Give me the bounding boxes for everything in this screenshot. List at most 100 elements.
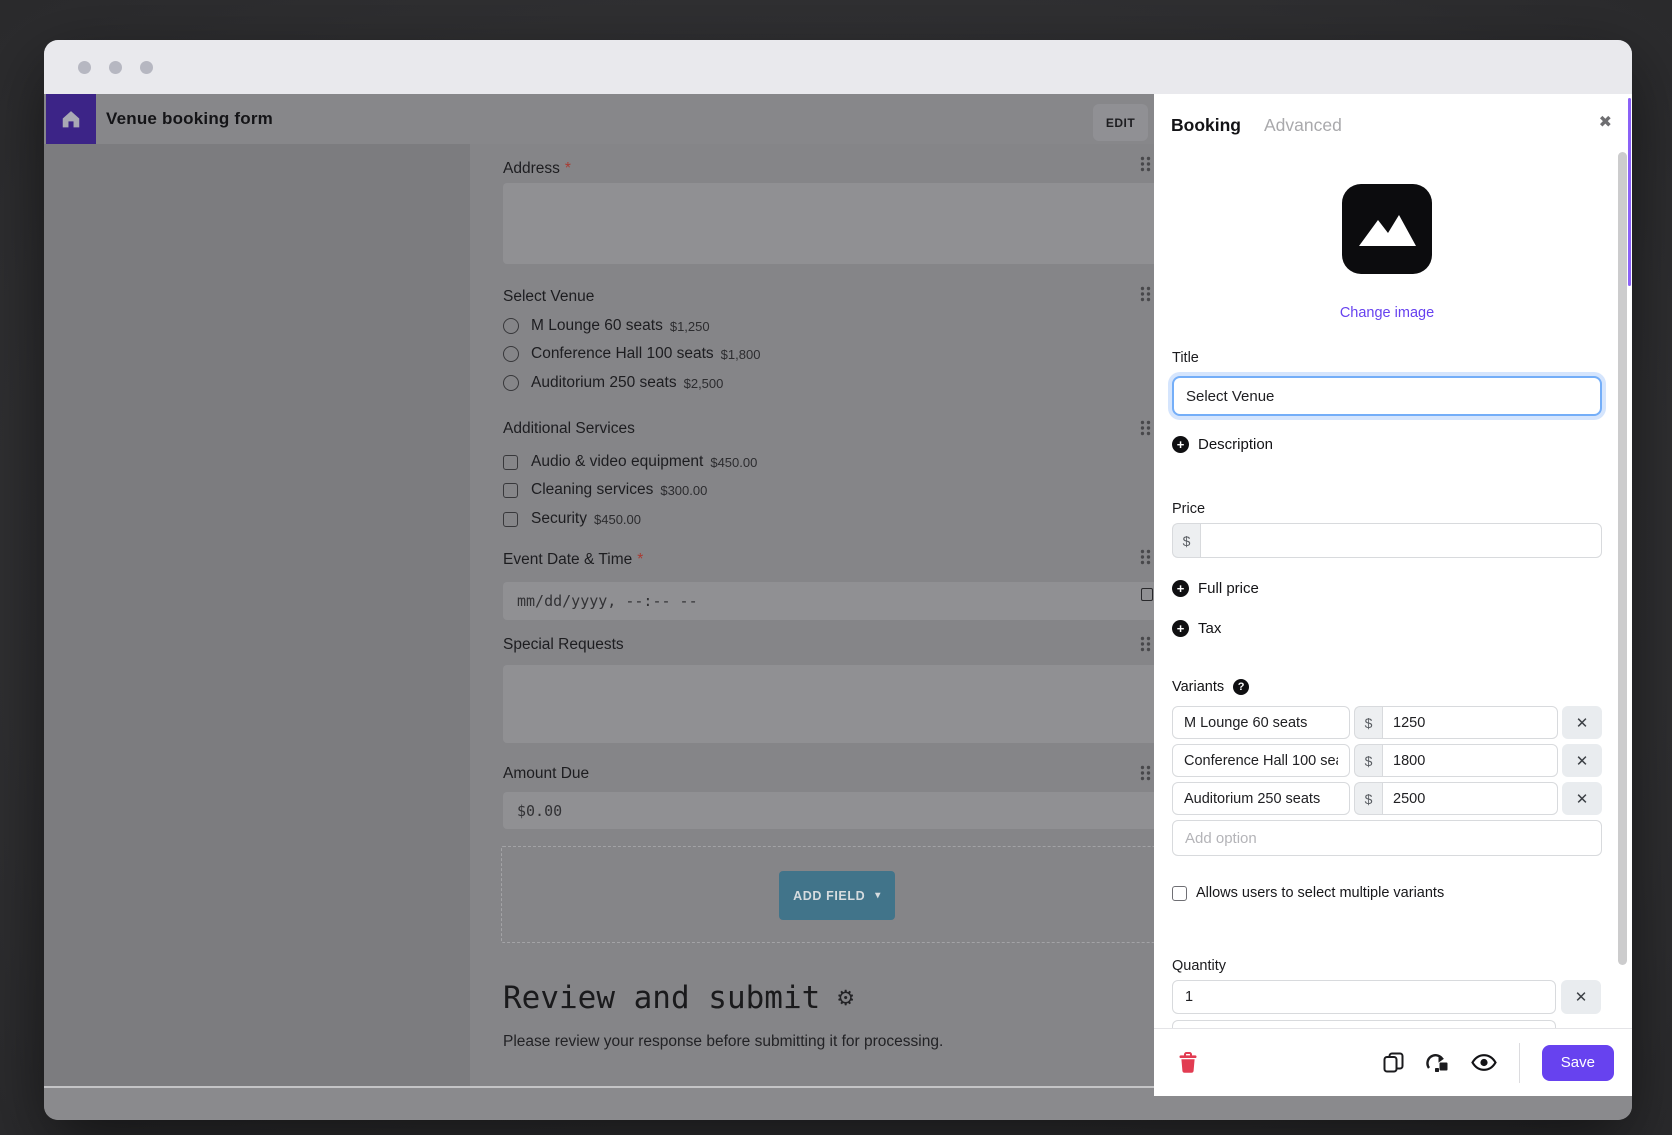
image-placeholder-icon[interactable]	[1342, 184, 1432, 274]
price-input[interactable]	[1200, 523, 1602, 558]
add-description-toggle[interactable]: + Description	[1172, 436, 1273, 453]
variant-row: $ ✕	[1172, 744, 1602, 777]
variant-name-input[interactable]	[1172, 744, 1350, 777]
tab-advanced[interactable]: Advanced	[1264, 115, 1342, 136]
variant-row: $ ✕	[1172, 706, 1602, 739]
add-tax-toggle[interactable]: + Tax	[1172, 620, 1221, 637]
field-label-amount-due: Amount Due	[503, 765, 589, 783]
field-editor-panel: Booking Advanced ✖ Change image Title + …	[1154, 94, 1632, 1096]
field-label-services: Additional Services	[503, 420, 635, 438]
field-drag-handle	[1140, 156, 1151, 172]
radio-option: Auditorium 250 seats $2,500	[503, 371, 723, 395]
variant-price-input[interactable]	[1382, 706, 1558, 739]
required-asterisk: *	[565, 160, 571, 177]
field-drag-handle	[1140, 286, 1151, 302]
multi-variant-checkbox-row[interactable]: Allows users to select multiple variants	[1172, 885, 1444, 901]
move-field-button[interactable]	[1426, 1053, 1449, 1073]
save-button[interactable]: Save	[1542, 1045, 1614, 1081]
amount-due-field: $0.00	[503, 792, 1154, 829]
remove-variant-button[interactable]: ✕	[1562, 706, 1602, 739]
window-control-dot[interactable]	[109, 61, 122, 74]
radio-option: M Lounge 60 seats $1,250	[503, 314, 710, 338]
settings-gear-icon: ⚙	[836, 986, 855, 1010]
checkbox-option: Security $450.00	[503, 507, 641, 531]
radio-button-icon	[503, 375, 519, 391]
home-icon	[60, 108, 82, 130]
checkbox-icon[interactable]	[1172, 886, 1187, 901]
help-icon[interactable]: ?	[1233, 679, 1249, 695]
desktop-background: Venue booking form EDIT Address* Select …	[0, 0, 1672, 1135]
radio-option: Conference Hall 100 seats $1,800	[503, 342, 760, 366]
plus-circle-icon: +	[1172, 580, 1189, 597]
checkbox-icon	[503, 455, 518, 470]
quantity-label: Quantity	[1172, 958, 1226, 974]
special-requests-textarea	[503, 665, 1154, 743]
datetime-input: mm/dd/yyyy, --:-- --	[503, 582, 1154, 620]
delete-field-button[interactable]	[1178, 1052, 1198, 1074]
field-label-select-venue: Select Venue	[503, 288, 594, 306]
title-label: Title	[1172, 350, 1199, 366]
window-titlebar	[44, 40, 1632, 94]
checkbox-option: Cleaning services $300.00	[503, 478, 707, 502]
plus-circle-icon: +	[1172, 436, 1189, 453]
copy-icon	[1383, 1052, 1404, 1073]
add-full-price-toggle[interactable]: + Full price	[1172, 580, 1259, 597]
form-title: Venue booking form	[106, 94, 273, 144]
currency-addon: $	[1354, 744, 1382, 777]
close-icon[interactable]: ✖	[1599, 112, 1612, 132]
currency-addon: $	[1354, 706, 1382, 739]
variant-price-input[interactable]	[1382, 744, 1558, 777]
price-label: Price	[1172, 501, 1205, 517]
form-canvas: Address* Select Venue M Lounge 60 seats …	[44, 144, 1154, 1086]
variants-label: Variants ?	[1172, 679, 1249, 695]
browser-window: Venue booking form EDIT Address* Select …	[44, 40, 1632, 1120]
remove-variant-button[interactable]: ✕	[1562, 744, 1602, 777]
plus-circle-icon: +	[1172, 620, 1189, 637]
clear-quantity-button[interactable]: ✕	[1561, 980, 1601, 1014]
footer-divider	[1519, 1043, 1520, 1083]
checkbox-option: Audio & video equipment $450.00	[503, 450, 757, 474]
chevron-down-icon: ▾	[875, 890, 881, 901]
quantity-input[interactable]	[1172, 980, 1556, 1014]
currency-addon: $	[1172, 523, 1200, 558]
window-control-dot[interactable]	[140, 61, 153, 74]
required-asterisk: *	[637, 551, 643, 568]
home-button	[46, 94, 96, 144]
checkbox-icon	[503, 512, 518, 527]
title-input[interactable]	[1172, 376, 1602, 416]
duplicate-field-button[interactable]	[1383, 1052, 1404, 1073]
field-label-special-requests: Special Requests	[503, 636, 624, 654]
panel-scrollbar[interactable]	[1618, 152, 1627, 965]
tab-booking[interactable]: Booking	[1171, 115, 1241, 136]
preview-field-button[interactable]	[1471, 1054, 1497, 1071]
variant-row: $ ✕	[1172, 782, 1602, 815]
trash-icon	[1178, 1052, 1198, 1074]
field-label-address: Address*	[503, 160, 571, 178]
checkbox-icon	[503, 483, 518, 498]
field-drag-handle	[1140, 420, 1151, 436]
variant-name-input[interactable]	[1172, 782, 1350, 815]
radio-button-icon	[503, 346, 519, 362]
panel-footer: Save	[1154, 1028, 1632, 1096]
change-image-link[interactable]: Change image	[1172, 305, 1602, 321]
variant-price-input[interactable]	[1382, 782, 1558, 815]
window-control-dot[interactable]	[78, 61, 91, 74]
selected-field-accent-edge	[1628, 98, 1631, 286]
field-drag-handle	[1140, 765, 1151, 781]
calendar-icon	[1141, 588, 1153, 601]
next-field-edge	[1172, 1020, 1556, 1028]
radio-button-icon	[503, 318, 519, 334]
review-note: Please review your response before submi…	[503, 1033, 943, 1051]
field-drag-handle	[1140, 636, 1151, 652]
address-textarea	[503, 183, 1154, 264]
add-field-button: ADD FIELD ▾	[779, 871, 895, 920]
variant-name-input[interactable]	[1172, 706, 1350, 739]
review-heading: Review and submit	[503, 980, 820, 1016]
add-option-input[interactable]	[1172, 820, 1602, 856]
price-input-group: $	[1172, 523, 1602, 558]
edit-button: EDIT	[1093, 104, 1148, 141]
remove-variant-button[interactable]: ✕	[1562, 782, 1602, 815]
eye-icon	[1471, 1054, 1497, 1071]
field-label-event-date: Event Date & Time*	[503, 551, 643, 569]
move-to-page-icon	[1426, 1053, 1449, 1073]
